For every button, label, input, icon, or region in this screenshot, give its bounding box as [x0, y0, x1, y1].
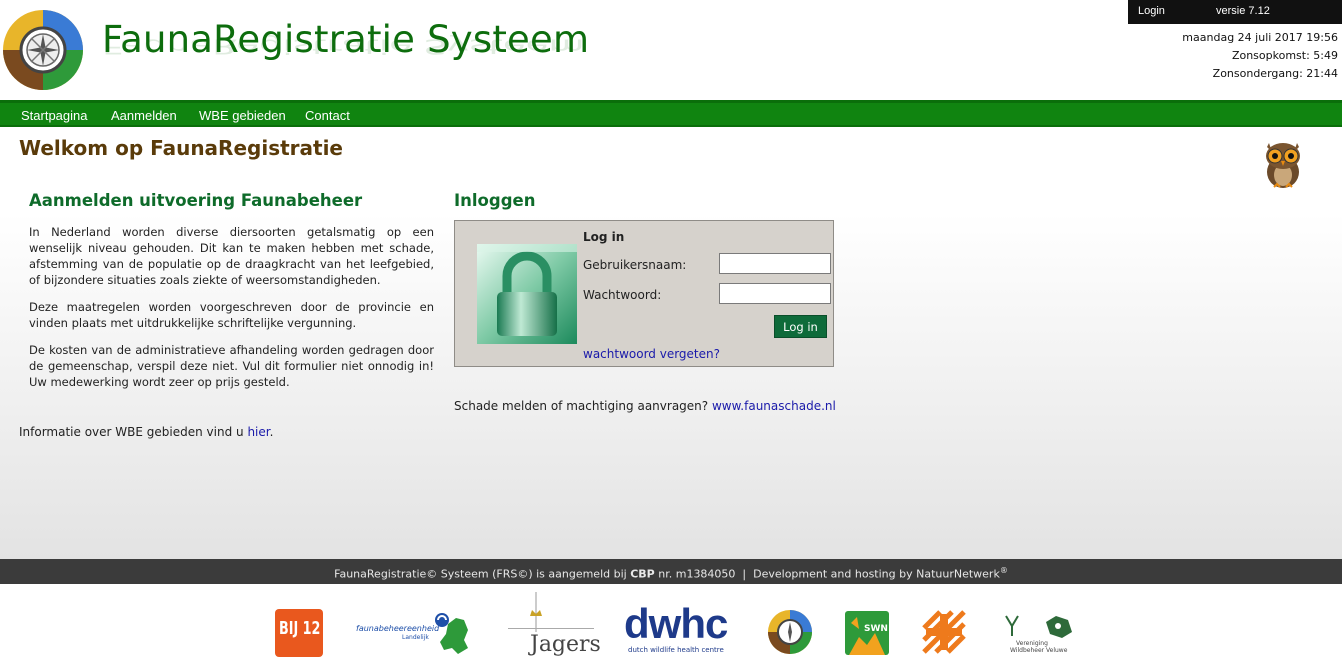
- login-button[interactable]: Log in: [774, 315, 827, 338]
- intro-paragraph-3: De kosten van de administratieve afhande…: [29, 343, 434, 389]
- vwv-text-line1: Vereniging: [1016, 640, 1048, 647]
- login-heading: Inloggen: [454, 191, 536, 210]
- password-label: Wachtwoord:: [583, 288, 662, 302]
- owl-mascot-icon: [1266, 143, 1300, 188]
- dwhc-text: dwhc: [624, 600, 728, 647]
- nav-wbe-gebieden[interactable]: WBE gebieden: [199, 108, 286, 123]
- username-label: Gebruikersnaam:: [583, 258, 687, 272]
- intro-paragraph-2: Deze maatregelen worden voorgeschreven d…: [29, 300, 434, 330]
- sunrise-time: Zonsopkomst: 5:49: [1231, 49, 1338, 62]
- page-title: Welkom op FaunaRegistratie: [19, 136, 343, 160]
- version-label: versie 7.12: [1216, 5, 1270, 17]
- intro-paragraph-1: In Nederland worden diverse diersoorten …: [29, 225, 434, 287]
- faunaschade-link[interactable]: www.faunaschade.nl: [712, 399, 836, 413]
- fauna-registratie-logo: [3, 10, 83, 90]
- crown-icon: [530, 592, 542, 632]
- intro-heading: Aanmelden uitvoering Faunabeheer: [29, 191, 363, 210]
- jagers-logo[interactable]: Jagers: [508, 592, 601, 658]
- faunabeheereenheid-logo[interactable]: faunabeheereenheid Landelijk: [356, 612, 476, 656]
- login-box: Log in Gebruikersnaam: Wachtwoord: Log i…: [454, 220, 834, 367]
- top-bar: Login versie 7.12: [1128, 0, 1342, 24]
- header: FaunaRegistratie Systeem FaunaRegistrati…: [0, 0, 1342, 100]
- vwv-logo[interactable]: Vereniging Wildbeheer Veluwe: [1000, 612, 1076, 656]
- sunset-time: Zonsondergang: 21:44: [1212, 67, 1338, 80]
- main-navigation: Startpagina Aanmelden WBE gebieden Conta…: [0, 100, 1342, 127]
- schade-info-text: Schade melden of machtiging aanvragen? w…: [454, 399, 836, 413]
- intro-column: Aanmelden uitvoering Faunabeheer In Nede…: [29, 191, 434, 401]
- faunabeheereenheid-text: faunabeheereenheid: [356, 624, 440, 633]
- username-input[interactable]: [719, 253, 831, 274]
- bij12-logo[interactable]: BIJ 12: [275, 609, 323, 657]
- login-column: Inloggen: [454, 191, 844, 210]
- orange-cross-logo[interactable]: [920, 608, 968, 656]
- wbe-info-prefix: Informatie over WBE gebieden vind u: [19, 425, 248, 439]
- partner-logos: BIJ 12 faunabeheereenheid Landelijk Jage…: [0, 584, 1342, 658]
- swn-logo[interactable]: SWN: [845, 611, 889, 655]
- footer-bar: FaunaRegistratie© Systeem (FRS©) is aang…: [0, 559, 1342, 584]
- dwhc-logo[interactable]: dwhc dutch wildlife health centre: [624, 600, 736, 656]
- login-box-title: Log in: [583, 230, 625, 244]
- nav-aanmelden[interactable]: Aanmelden: [111, 108, 177, 123]
- faunaregistratie-small-logo[interactable]: [767, 609, 813, 655]
- footer-text-prefix: FaunaRegistratie© Systeem (FRS©) is aang…: [334, 567, 631, 581]
- footer-text-mid: nr. m1384050 | Development and hosting b…: [654, 567, 1000, 581]
- padlock-icon: [477, 244, 577, 344]
- swn-text: SWN: [864, 624, 888, 634]
- forgot-password-link[interactable]: wachtwoord vergeten?: [583, 347, 720, 361]
- jagers-text: Jagers: [530, 632, 601, 657]
- current-date: maandag 24 juli 2017 19:56: [1182, 31, 1338, 44]
- wbe-info-link[interactable]: hier: [247, 425, 269, 439]
- footer-cbp: CBP: [630, 567, 655, 581]
- password-input[interactable]: [719, 283, 831, 304]
- wbe-info-text: Informatie over WBE gebieden vind u hier…: [19, 425, 273, 439]
- deer-icon: [1005, 615, 1072, 638]
- footer-registered-mark: ®: [999, 566, 1008, 575]
- nav-contact[interactable]: Contact: [305, 108, 350, 123]
- bij12-logo-text: BIJ 12: [279, 617, 321, 639]
- schade-prefix: Schade melden of machtiging aanvragen?: [454, 399, 712, 413]
- wbe-info-suffix: .: [269, 425, 274, 439]
- date-time-box: maandag 24 juli 2017 19:56 Zonsopkomst: …: [1182, 29, 1338, 83]
- main-content: Welkom op FaunaRegistratie Aanmelden uit…: [0, 127, 1342, 559]
- jagers-divider: [508, 628, 594, 629]
- app-title-reflection: FaunaRegistratie Systeem: [102, 34, 585, 58]
- faunabeheereenheid-sub: Landelijk: [402, 634, 429, 641]
- nav-startpagina[interactable]: Startpagina: [21, 108, 88, 123]
- vwv-text-line2: Wildbeheer Veluwe: [1010, 647, 1068, 654]
- dwhc-subtitle: dutch wildlife health centre: [628, 646, 724, 654]
- top-login-link[interactable]: Login: [1138, 5, 1165, 17]
- netherlands-map-icon: [435, 613, 468, 654]
